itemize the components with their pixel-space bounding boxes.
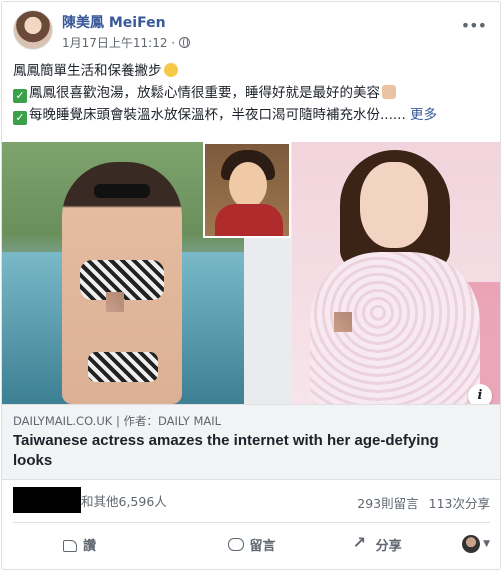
reactions-summary[interactable]: 和其他6,596人 — [13, 487, 167, 513]
post-text: 鳳鳳簡單生活和保養撇步 ✓ 鳳鳳很喜歡泡湯，放鬆心情很重要，睡得好就是最好的美容 … — [13, 60, 492, 126]
chevron-down-icon: ▼ — [483, 539, 491, 549]
link-source: DAILYMAIL.CO.UK | 作者：DAILY MAIL — [13, 414, 222, 428]
more-options-icon[interactable]: ••• — [461, 16, 487, 35]
link-preview[interactable]: DAILYMAIL.CO.UK | 作者：DAILY MAIL Taiwanes… — [2, 404, 500, 480]
post-text-line: ✓ 每晚睡覺床頭會裝溫水放保溫杯，半夜口渴可隨時補充水份...... 更多 — [13, 104, 492, 126]
vintage-inset-photo — [203, 142, 291, 238]
post-stats: 和其他6,596人 293則留言 113次分享 — [13, 484, 490, 516]
sunglasses-shape — [94, 184, 150, 198]
reactions-count[interactable]: 和其他6,596人 — [81, 491, 167, 510]
comment-label: 留言 — [249, 538, 276, 554]
like-label: 讚 — [83, 538, 97, 554]
shares-count[interactable]: 113次分享 — [429, 493, 490, 512]
comment-button[interactable]: 留言 — [189, 528, 315, 560]
pink-dress-photo — [292, 142, 500, 404]
share-icon — [353, 533, 370, 552]
thumbs-up-icon — [63, 540, 77, 552]
censor-blur — [334, 312, 352, 332]
post-timestamp[interactable]: 1月17日上午11:12 · — [62, 34, 175, 51]
author-avatar[interactable] — [13, 10, 53, 50]
post-text-line: 鳳鳳簡單生活和保養撇步 — [13, 60, 492, 82]
check-mark-icon: ✓ — [13, 111, 27, 125]
author-name[interactable]: 陳美鳳 MeiFen — [62, 12, 166, 32]
comments-count[interactable]: 293則留言 — [357, 493, 418, 512]
link-preview-image[interactable]: i — [2, 142, 500, 404]
woman-emoji-icon — [382, 85, 396, 99]
smile-emoji-icon — [163, 63, 178, 77]
post-header: 陳美鳳 MeiFen 1月17日上午11:12 · ••• — [13, 10, 490, 54]
see-more-link[interactable]: 更多 — [410, 107, 437, 123]
redaction-box — [13, 487, 81, 513]
post-card: 陳美鳳 MeiFen 1月17日上午11:12 · ••• 鳳鳳簡單生活和保養撇… — [1, 1, 501, 570]
globe-icon — [179, 37, 191, 48]
action-bar: 讚 留言 分享 ▼ — [13, 524, 490, 564]
info-icon[interactable]: i — [468, 384, 492, 404]
share-label: 分享 — [375, 538, 402, 554]
divider — [13, 522, 490, 523]
viewer-avatar — [462, 535, 481, 553]
post-text-line: ✓ 鳳鳳很喜歡泡湯，放鬆心情很重要，睡得好就是最好的美容 — [13, 82, 492, 104]
censor-blur — [106, 292, 124, 312]
share-button[interactable]: 分享 — [314, 528, 440, 560]
viewer-selector[interactable]: ▼ — [440, 535, 490, 553]
comment-icon — [227, 537, 244, 551]
like-button[interactable]: 讚 — [13, 528, 189, 560]
link-title[interactable]: Taiwanese actress amazes the internet wi… — [13, 431, 470, 471]
check-mark-icon: ✓ — [13, 89, 27, 103]
post-meta: 1月17日上午11:12 · — [62, 34, 191, 51]
